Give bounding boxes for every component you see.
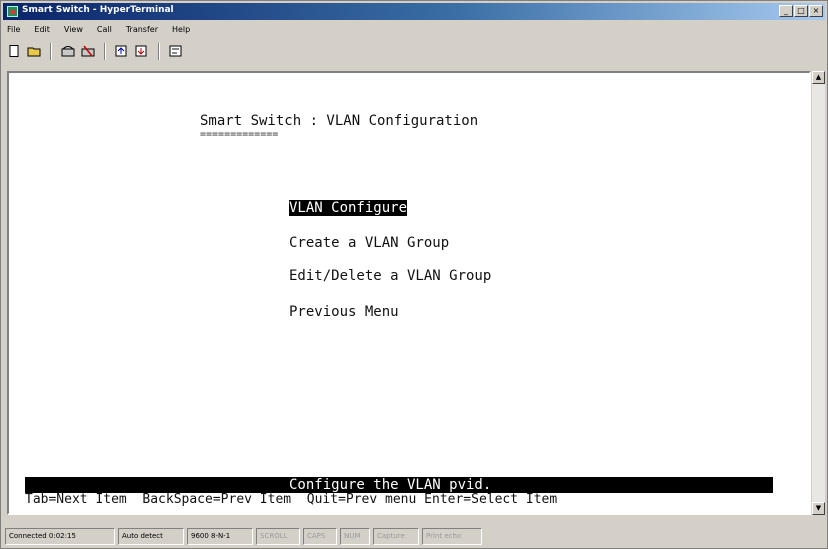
hint-bar: Configure the VLAN pvid. bbox=[25, 477, 773, 493]
new-icon[interactable] bbox=[5, 43, 23, 60]
menu-option-vlan-configure[interactable]: VLAN Configure bbox=[289, 200, 408, 216]
maximize-button[interactable]: □ bbox=[794, 5, 808, 17]
menu-option-previous-menu[interactable]: Previous Menu bbox=[289, 304, 399, 320]
window-title: Smart Switch - HyperTerminal bbox=[22, 5, 174, 15]
status-detect: Auto detect bbox=[118, 528, 184, 545]
disconnect-icon[interactable] bbox=[79, 43, 97, 60]
hyperterminal-window: Smart Switch - HyperTerminal _ □ × File … bbox=[0, 0, 828, 549]
toolbar-separator bbox=[158, 42, 160, 60]
title-underline: ============= bbox=[200, 129, 279, 140]
receive-icon[interactable] bbox=[133, 43, 151, 60]
minimize-button[interactable]: _ bbox=[779, 5, 793, 17]
send-icon[interactable] bbox=[113, 43, 131, 60]
menu-call[interactable]: Call bbox=[95, 23, 114, 37]
toolbar-separator bbox=[50, 42, 52, 60]
status-port-settings: 9600 8-N-1 bbox=[187, 528, 253, 545]
properties-icon[interactable] bbox=[167, 43, 185, 60]
menu-option-create-vlan-group[interactable]: Create a VLAN Group bbox=[289, 235, 449, 251]
toolbar bbox=[5, 40, 823, 62]
status-caps: CAPS bbox=[303, 528, 337, 545]
menu-bar: File Edit View Call Transfer Help bbox=[5, 23, 192, 37]
status-connection: Connected 0:02:15 bbox=[5, 528, 115, 545]
menu-file[interactable]: File bbox=[5, 23, 22, 37]
app-icon bbox=[7, 6, 18, 17]
menu-help[interactable]: Help bbox=[170, 23, 192, 37]
menu-transfer[interactable]: Transfer bbox=[124, 23, 160, 37]
menu-edit[interactable]: Edit bbox=[32, 23, 52, 37]
terminal-frame[interactable]: Smart Switch : VLAN Configuration ======… bbox=[7, 71, 811, 515]
menu-view[interactable]: View bbox=[62, 23, 85, 37]
title-bar[interactable]: Smart Switch - HyperTerminal _ □ × bbox=[3, 3, 825, 20]
toolbar-separator bbox=[104, 42, 106, 60]
vertical-scrollbar[interactable]: ▲ ▼ bbox=[812, 71, 825, 515]
open-icon[interactable] bbox=[25, 43, 43, 60]
scroll-down-icon[interactable]: ▼ bbox=[812, 502, 825, 515]
call-icon[interactable] bbox=[59, 43, 77, 60]
window-controls: _ □ × bbox=[779, 5, 823, 18]
scroll-up-icon[interactable]: ▲ bbox=[812, 71, 825, 84]
close-button[interactable]: × bbox=[809, 5, 823, 17]
status-capture: Capture bbox=[373, 528, 419, 545]
status-num: NUM bbox=[340, 528, 370, 545]
terminal-screen[interactable]: Smart Switch : VLAN Configuration ======… bbox=[9, 73, 809, 513]
status-print-echo: Print echo bbox=[422, 528, 482, 545]
menu-option-edit-delete-vlan-group[interactable]: Edit/Delete a VLAN Group bbox=[289, 268, 491, 284]
hint-text: Configure the VLAN pvid. bbox=[289, 477, 492, 493]
status-bar: Connected 0:02:15 Auto detect 9600 8-N-1… bbox=[5, 528, 823, 546]
screen-title: Smart Switch : VLAN Configuration bbox=[200, 113, 479, 129]
status-scroll: SCROLL bbox=[256, 528, 300, 545]
key-help-line: Tab=Next Item BackSpace=Prev Item Quit=P… bbox=[25, 492, 558, 507]
